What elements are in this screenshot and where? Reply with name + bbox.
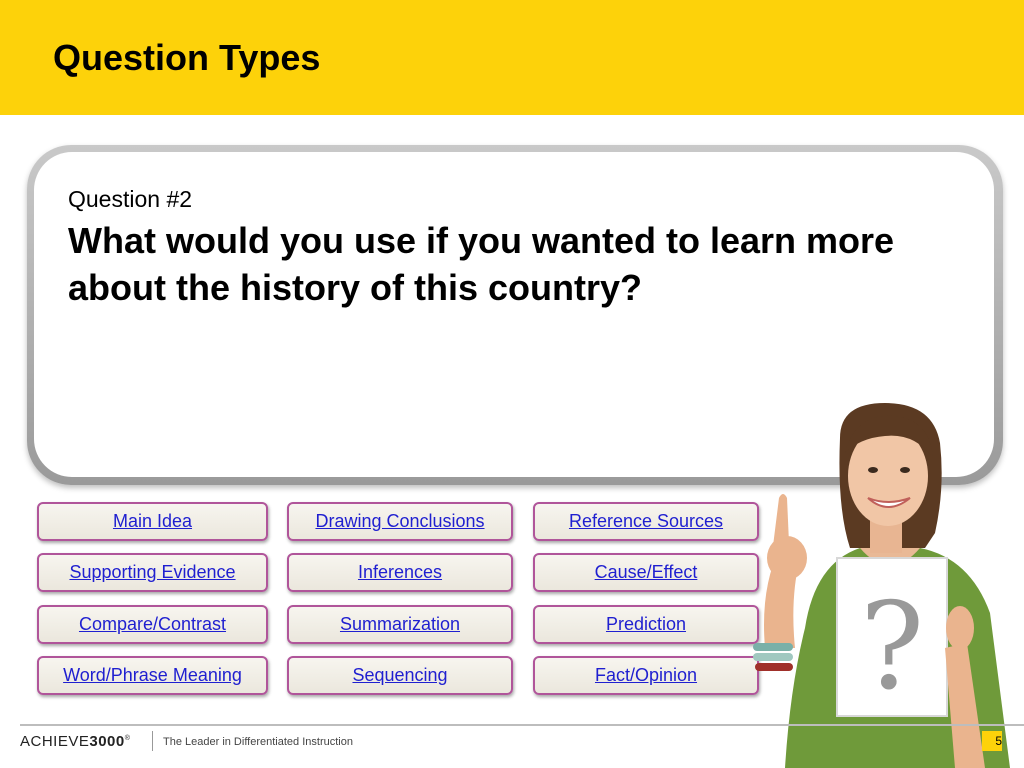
supporting-evidence-button[interactable]: Supporting Evidence (37, 553, 268, 592)
sequencing-button[interactable]: Sequencing (287, 656, 513, 695)
woman-with-question-sign-image: ? (753, 403, 1010, 768)
footer-tagline: The Leader in Differentiated Instruction (163, 736, 353, 748)
page-title: Question Types (53, 37, 321, 78)
footer-separator (152, 731, 153, 751)
achieve3000-logo: ACHIEVE3000® (20, 733, 130, 750)
question-number: Question #2 (68, 186, 193, 212)
logo-text-light: ACHIEVE (20, 733, 90, 750)
question-text: What would you use if you wanted to lear… (68, 220, 895, 308)
title-bar: Question Types (0, 0, 1024, 115)
inferences-button[interactable]: Inferences (287, 553, 513, 592)
reference-sources-button[interactable]: Reference Sources (533, 502, 759, 541)
summarization-button[interactable]: Summarization (287, 605, 513, 644)
prediction-button[interactable]: Prediction (533, 605, 759, 644)
main-idea-button[interactable]: Main Idea (37, 502, 268, 541)
fact-opinion-button[interactable]: Fact/Opinion (533, 656, 759, 695)
compare-contrast-button[interactable]: Compare/Contrast (37, 605, 268, 644)
footer-divider (20, 724, 1024, 726)
cause-effect-button[interactable]: Cause/Effect (533, 553, 759, 592)
question-mark-sign-glyph: ? (860, 578, 924, 717)
word-phrase-meaning-button[interactable]: Word/Phrase Meaning (37, 656, 268, 695)
page-number: 5 (982, 731, 1002, 751)
logo-registered-mark: ® (124, 735, 131, 742)
drawing-conclusions-button[interactable]: Drawing Conclusions (287, 502, 513, 541)
logo-text-bold: 3000 (89, 733, 125, 750)
